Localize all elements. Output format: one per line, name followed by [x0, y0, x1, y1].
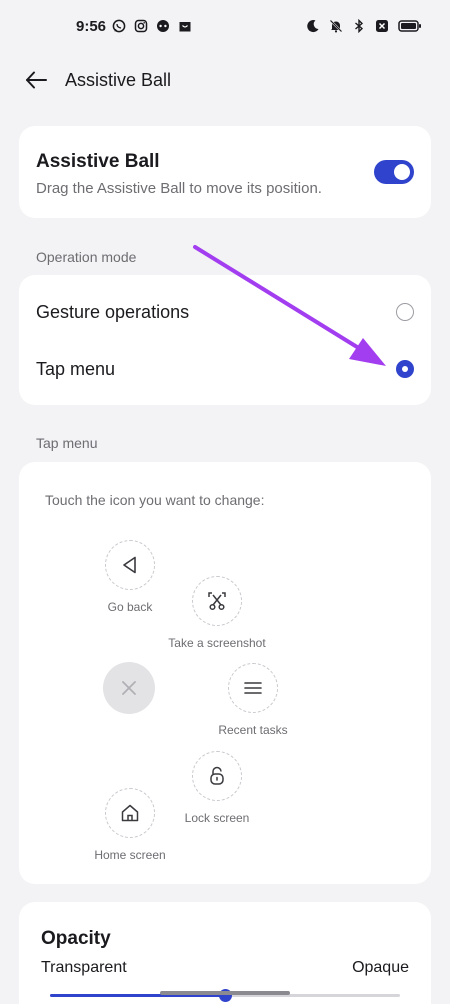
tap-item-recent-tasks[interactable]: Recent tasks	[178, 663, 328, 737]
home-icon	[121, 804, 139, 822]
center-close-button	[103, 662, 155, 714]
option-label: Gesture operations	[36, 302, 190, 322]
option-tap-menu[interactable]: Tap menu	[19, 341, 431, 397]
tap-item-screenshot[interactable]: Take a screenshot	[142, 576, 292, 650]
recent-tasks-label: Recent tasks	[218, 723, 288, 737]
instagram-icon	[134, 19, 148, 33]
screenshot-scissors-icon	[208, 592, 226, 611]
back-triangle-icon	[123, 556, 136, 574]
tap-menu-card: Touch the icon you want to change: Go ba…	[19, 462, 431, 884]
close-icon	[122, 681, 136, 695]
assistive-ball-card: Assistive Ball Drag the Assistive Ball t…	[19, 126, 431, 218]
app-header: Assistive Ball	[0, 60, 450, 100]
opacity-title: Opacity	[41, 928, 111, 949]
battery-saver-icon	[376, 20, 388, 32]
bluetooth-icon	[355, 19, 364, 33]
recent-tasks-button[interactable]	[228, 663, 278, 713]
opacity-min-label: Transparent	[41, 959, 127, 976]
assistive-ball-settings-screen: 9:56 Assistive Ball Assistive Ball Drag …	[0, 0, 450, 1004]
screenshot-label: Take a screenshot	[168, 636, 266, 650]
home-indicator	[160, 991, 290, 995]
assistive-ball-toggle[interactable]	[374, 160, 414, 184]
back-arrow-icon	[26, 71, 47, 89]
radio-dot	[402, 366, 408, 372]
assistive-ball-title: Assistive Ball	[36, 151, 160, 172]
option-label: Tap menu	[36, 359, 116, 379]
back-button[interactable]	[22, 66, 50, 94]
tap-menu-hint: Touch the icon you want to change:	[45, 492, 265, 508]
opacity-max-label: Opaque	[352, 959, 409, 976]
tap-menu-section-label: Tap menu	[36, 435, 98, 451]
status-bar: 9:56	[0, 0, 450, 56]
messenger-icon	[157, 20, 169, 32]
home-screen-button[interactable]	[105, 788, 155, 838]
operation-mode-card: Gesture operations Tap menu	[19, 275, 431, 405]
assistive-ball-subtitle: Drag the Assistive Ball to move its posi…	[36, 180, 322, 197]
lock-icon	[210, 766, 224, 785]
radio-tap-menu[interactable]	[396, 360, 414, 378]
option-gesture-operations[interactable]: Gesture operations	[19, 284, 431, 340]
screenshot-button[interactable]	[192, 576, 242, 626]
moon-icon	[307, 20, 319, 33]
page-title: Assistive Ball	[65, 70, 172, 90]
status-time: 9:56	[76, 18, 107, 35]
bag-icon	[179, 22, 191, 32]
mute-icon	[329, 19, 343, 33]
radio-gesture-operations[interactable]	[396, 303, 414, 321]
opacity-card: Opacity Transparent Opaque	[19, 902, 431, 1004]
whatsapp-icon	[112, 19, 126, 33]
menu-lines-icon	[244, 682, 262, 694]
home-screen-label: Home screen	[94, 848, 166, 862]
operation-mode-label: Operation mode	[36, 249, 137, 265]
battery-icon	[398, 20, 421, 32]
toggle-knob	[394, 164, 410, 180]
tap-item-home-screen[interactable]: Home screen	[55, 788, 205, 862]
